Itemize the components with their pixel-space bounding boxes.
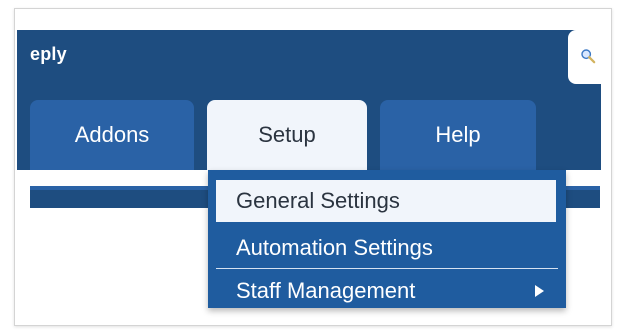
- search-icon[interactable]: [580, 48, 596, 64]
- chevron-right-icon: [535, 285, 544, 297]
- tab-setup-label: Setup: [258, 122, 316, 147]
- menu-item-automation-settings[interactable]: Automation Settings: [208, 228, 566, 268]
- tab-help-label: Help: [435, 122, 481, 147]
- menu-item-staff-management[interactable]: Staff Management: [208, 272, 566, 310]
- setup-dropdown-menu: General Settings Automation Settings Sta…: [208, 170, 566, 308]
- menu-item-staff-management-label: Staff Management: [236, 278, 416, 303]
- menu-item-general-settings[interactable]: General Settings: [216, 180, 556, 222]
- tab-addons-label: Addons: [74, 122, 150, 147]
- menu-divider: [216, 268, 558, 269]
- tab-help[interactable]: Help: [380, 100, 536, 170]
- menu-item-general-settings-label: General Settings: [236, 188, 400, 213]
- tab-addons[interactable]: Addons: [30, 100, 194, 170]
- brand-name: eply: [30, 44, 67, 64]
- menu-item-automation-settings-label: Automation Settings: [236, 235, 433, 260]
- tab-setup[interactable]: Setup: [207, 100, 367, 170]
